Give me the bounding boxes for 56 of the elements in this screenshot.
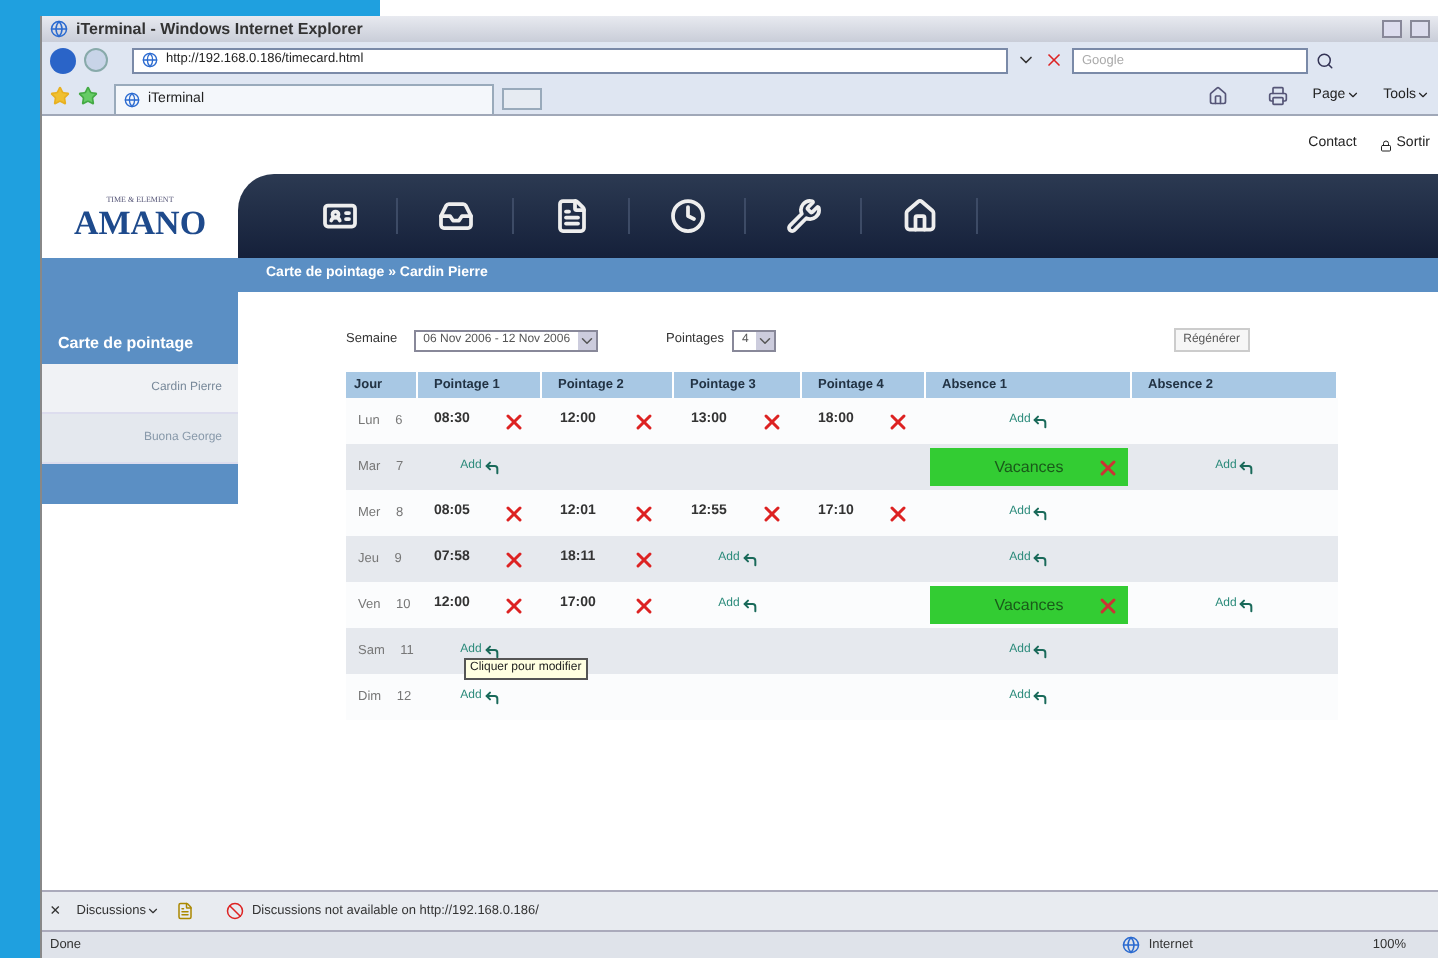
delete-icon[interactable]	[885, 501, 910, 525]
card-icon[interactable]	[321, 198, 357, 234]
delete-icon[interactable]	[631, 501, 656, 525]
caret-icon	[1345, 88, 1360, 103]
delete-icon[interactable]	[631, 593, 656, 617]
delete-icon[interactable]	[501, 409, 526, 433]
document-icon[interactable]	[553, 198, 589, 234]
absence-label: Vacances	[994, 455, 1064, 479]
wrench-icon[interactable]	[785, 198, 821, 234]
delete-icon[interactable]	[501, 501, 526, 525]
delete-icon[interactable]	[501, 593, 526, 617]
arrow-icon	[483, 689, 500, 705]
delete-icon[interactable]	[1096, 593, 1120, 617]
arrow-icon	[741, 597, 758, 613]
delete-icon[interactable]	[760, 409, 785, 433]
home-icon[interactable]	[1208, 86, 1229, 106]
arrow-icon	[1032, 413, 1049, 429]
sidebar-title: Carte de pointage	[56, 332, 196, 356]
search-icon[interactable]	[1316, 51, 1334, 69]
delete-icon[interactable]	[885, 409, 910, 433]
arrow-icon	[1032, 505, 1049, 521]
clock-icon[interactable]	[669, 198, 705, 234]
stop-icon[interactable]	[1044, 50, 1064, 70]
tray-icon[interactable]	[437, 198, 473, 234]
absence-entry[interactable]: Vacances	[930, 448, 1128, 486]
delete-icon[interactable]	[631, 409, 656, 433]
delete-icon[interactable]	[501, 547, 526, 571]
print-icon[interactable]	[1268, 86, 1289, 106]
arrow-icon	[1238, 597, 1255, 613]
arrow-icon	[1032, 643, 1049, 659]
browser-icon	[50, 20, 68, 38]
dropdown-icon[interactable]	[578, 331, 597, 349]
maximize-button[interactable]	[1410, 20, 1430, 38]
unavailable-icon	[225, 902, 244, 920]
absence-entry[interactable]: Vacances	[930, 586, 1128, 624]
arrow-icon	[1238, 459, 1255, 475]
minimize-button[interactable]	[1382, 20, 1402, 38]
page-icon	[142, 52, 158, 68]
close-button[interactable]: ×	[50, 897, 61, 925]
lock-icon	[1380, 139, 1393, 151]
arrow-icon	[483, 643, 500, 659]
dropdown-icon[interactable]	[756, 331, 775, 349]
delete-icon[interactable]	[1096, 455, 1120, 479]
caret-icon	[145, 904, 160, 918]
back-button[interactable]	[50, 47, 76, 73]
internet-zone-icon	[1122, 936, 1141, 954]
arrow-icon	[483, 459, 500, 475]
arrow-icon	[741, 551, 758, 567]
arrow-icon	[1032, 551, 1049, 567]
absence-label: Vacances	[994, 593, 1064, 617]
arrow-icon	[1032, 689, 1049, 705]
delete-icon[interactable]	[760, 501, 785, 525]
delete-icon[interactable]	[631, 547, 656, 571]
caret-icon	[1416, 88, 1430, 103]
window-title: iTerminal - Windows Internet Explorer	[76, 17, 363, 41]
tab-page-icon	[124, 92, 140, 108]
